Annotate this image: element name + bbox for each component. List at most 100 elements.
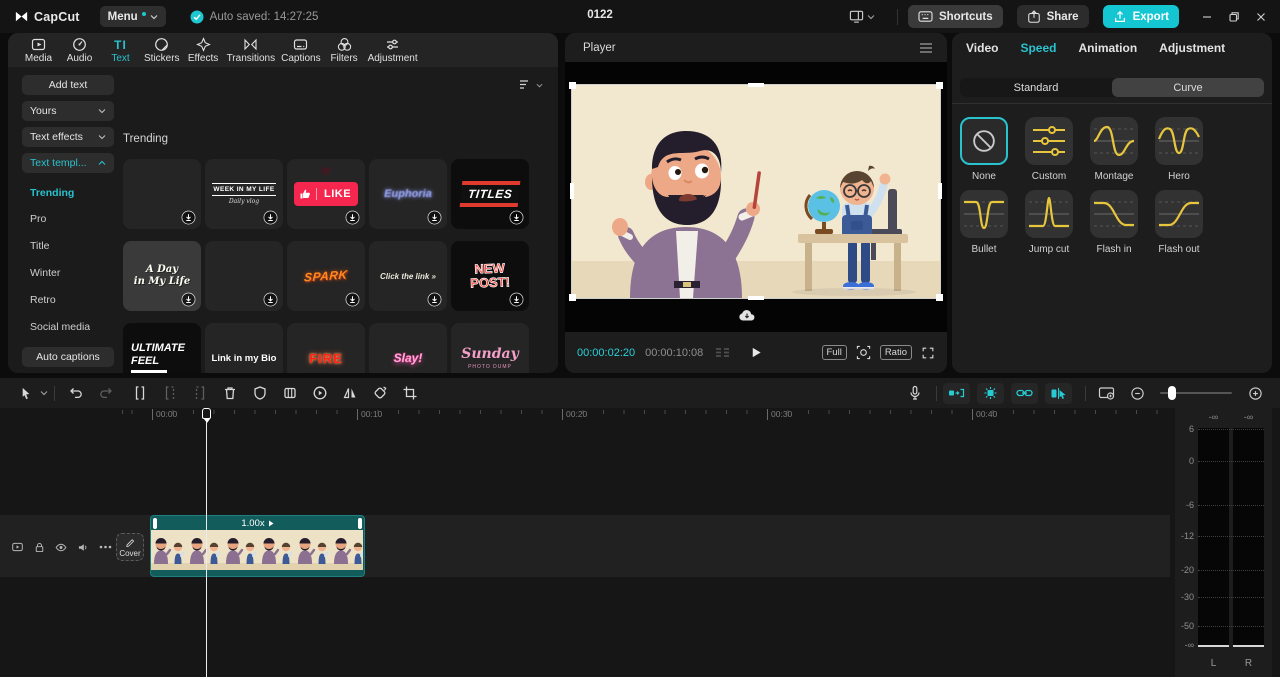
- template-tile-sunday[interactable]: Sunday PHOTO DUMP: [451, 323, 529, 373]
- speed-icon[interactable]: [305, 380, 335, 406]
- mirror-icon[interactable]: [335, 380, 365, 406]
- select-tool-button[interactable]: [10, 380, 48, 406]
- tab-stickers[interactable]: Stickers: [141, 37, 183, 64]
- selection-handle[interactable]: [936, 82, 943, 89]
- trim-right-icon[interactable]: [185, 380, 215, 406]
- clip-speed-bar[interactable]: 1.00x: [151, 516, 364, 530]
- template-tile-blank[interactable]: [123, 159, 201, 229]
- template-tile-spark[interactable]: SPARK: [287, 241, 365, 311]
- template-tile-new-post[interactable]: NEW POST!: [451, 241, 529, 311]
- download-icon[interactable]: [345, 210, 360, 225]
- playhead[interactable]: [202, 408, 211, 677]
- template-tile-titles[interactable]: TITLES: [451, 159, 529, 229]
- sidebar-item-pro[interactable]: Pro: [30, 213, 46, 227]
- timeline-ruler[interactable]: 00:00 00:10 00:20 00:30 00:40: [115, 408, 1170, 425]
- curve-option-hero[interactable]: [1155, 117, 1203, 165]
- menu-button[interactable]: Menu: [99, 6, 166, 27]
- download-icon[interactable]: [263, 292, 278, 307]
- tab-animation[interactable]: Animation: [1078, 41, 1137, 55]
- frame-view-icon[interactable]: [715, 347, 731, 359]
- add-text-button[interactable]: Add text: [22, 75, 114, 95]
- auto-captions-button[interactable]: Auto captions: [22, 347, 114, 367]
- tab-text[interactable]: TI Text: [100, 37, 141, 65]
- template-tile-blank[interactable]: [205, 241, 283, 311]
- tab-transitions[interactable]: Transitions: [224, 37, 279, 64]
- curve-option-flash-in[interactable]: [1090, 190, 1138, 238]
- full-button[interactable]: Full: [821, 345, 847, 360]
- template-tile-a-day-in-my-life[interactable]: A Day in My Life: [123, 241, 201, 311]
- download-icon[interactable]: [181, 292, 196, 307]
- share-button[interactable]: Share: [1016, 5, 1089, 28]
- clip-trim-handle-left[interactable]: [153, 518, 157, 529]
- curve-option-custom[interactable]: [1025, 117, 1073, 165]
- tab-audio[interactable]: Audio: [59, 37, 100, 64]
- selection-handle[interactable]: [748, 83, 764, 87]
- redo-icon[interactable]: [91, 380, 121, 406]
- cover-button[interactable]: Cover: [116, 533, 144, 561]
- curve-option-jump-cut[interactable]: [1025, 190, 1073, 238]
- template-tile-link-in-my-bio[interactable]: Link in my Bio: [205, 323, 283, 373]
- export-button[interactable]: Export: [1102, 5, 1179, 28]
- download-icon[interactable]: [509, 292, 524, 307]
- preview-axis-toggle[interactable]: [1045, 382, 1072, 404]
- curve-option-flash-out[interactable]: [1155, 190, 1203, 238]
- template-tile-euphoria[interactable]: Euphoria: [369, 159, 447, 229]
- sidebar-item-retro[interactable]: Retro: [30, 294, 56, 308]
- selection-handle[interactable]: [569, 82, 576, 89]
- curve-option-montage[interactable]: [1090, 117, 1138, 165]
- selection-handle[interactable]: [569, 294, 576, 301]
- cloud-sync-icon[interactable]: [738, 308, 756, 322]
- mute-icon[interactable]: [76, 540, 90, 554]
- sidebar-item-text-effects[interactable]: Text effects: [22, 127, 114, 147]
- download-icon[interactable]: [345, 292, 360, 307]
- zoom-slider-handle[interactable]: [1168, 386, 1176, 400]
- curve-option-bullet[interactable]: [960, 190, 1008, 238]
- download-icon[interactable]: [427, 292, 442, 307]
- curve-option-none[interactable]: [960, 117, 1008, 165]
- ratio-button[interactable]: Ratio: [879, 345, 912, 360]
- template-tile-like[interactable]: LIKE: [287, 159, 365, 229]
- zoom-out-icon[interactable]: [1122, 380, 1152, 406]
- sidebar-item-winter[interactable]: Winter: [30, 267, 60, 281]
- play-button[interactable]: [750, 346, 763, 359]
- tab-filters[interactable]: Filters: [324, 37, 365, 64]
- template-tile-ultimate-feel[interactable]: ULTIMATE FEEL: [123, 323, 201, 373]
- magnetic-snap-toggle[interactable]: [943, 382, 970, 404]
- undo-icon[interactable]: [61, 380, 91, 406]
- close-button[interactable]: [1247, 3, 1274, 30]
- delete-icon[interactable]: [215, 380, 245, 406]
- tab-effects[interactable]: Effects: [183, 37, 224, 64]
- download-icon[interactable]: [427, 210, 442, 225]
- lock-icon[interactable]: [32, 540, 46, 554]
- clip-trim-handle-right[interactable]: [358, 518, 362, 529]
- sidebar-item-title[interactable]: Title: [30, 240, 49, 254]
- sidebar-item-yours[interactable]: Yours: [22, 101, 114, 121]
- microphone-icon[interactable]: [900, 380, 930, 406]
- zoom-in-icon[interactable]: [1240, 380, 1270, 406]
- selection-handle[interactable]: [936, 294, 943, 301]
- crop-icon[interactable]: [395, 380, 425, 406]
- tab-speed[interactable]: Speed: [1020, 41, 1056, 55]
- trim-left-icon[interactable]: [155, 380, 185, 406]
- tab-media[interactable]: Media: [18, 37, 59, 64]
- focus-icon[interactable]: [856, 345, 871, 360]
- tab-video[interactable]: Video: [966, 41, 998, 55]
- template-tile-week-in-my-life[interactable]: WEEK IN MY LIFE Daily vlog: [205, 159, 283, 229]
- sidebar-item-trending[interactable]: Trending: [30, 187, 74, 201]
- restore-button[interactable]: [1220, 3, 1247, 30]
- selection-handle[interactable]: [570, 183, 574, 199]
- rotate-icon[interactable]: [365, 380, 395, 406]
- playhead-head[interactable]: [202, 408, 211, 419]
- template-tile-slay[interactable]: Slay!: [369, 323, 447, 373]
- mode-curve[interactable]: Curve: [1112, 78, 1264, 97]
- selection-handle[interactable]: [748, 296, 764, 300]
- download-icon[interactable]: [509, 210, 524, 225]
- sidebar-item-text-templates[interactable]: Text templ...: [22, 153, 114, 173]
- tab-adjustment[interactable]: Adjustment: [1159, 41, 1225, 55]
- sidebar-item-social-media[interactable]: Social media: [30, 321, 90, 335]
- mask-icon[interactable]: [245, 380, 275, 406]
- render-preview-icon[interactable]: [1092, 380, 1122, 406]
- tab-captions[interactable]: Captions: [278, 37, 323, 64]
- freeze-frame-icon[interactable]: [275, 380, 305, 406]
- download-icon[interactable]: [181, 210, 196, 225]
